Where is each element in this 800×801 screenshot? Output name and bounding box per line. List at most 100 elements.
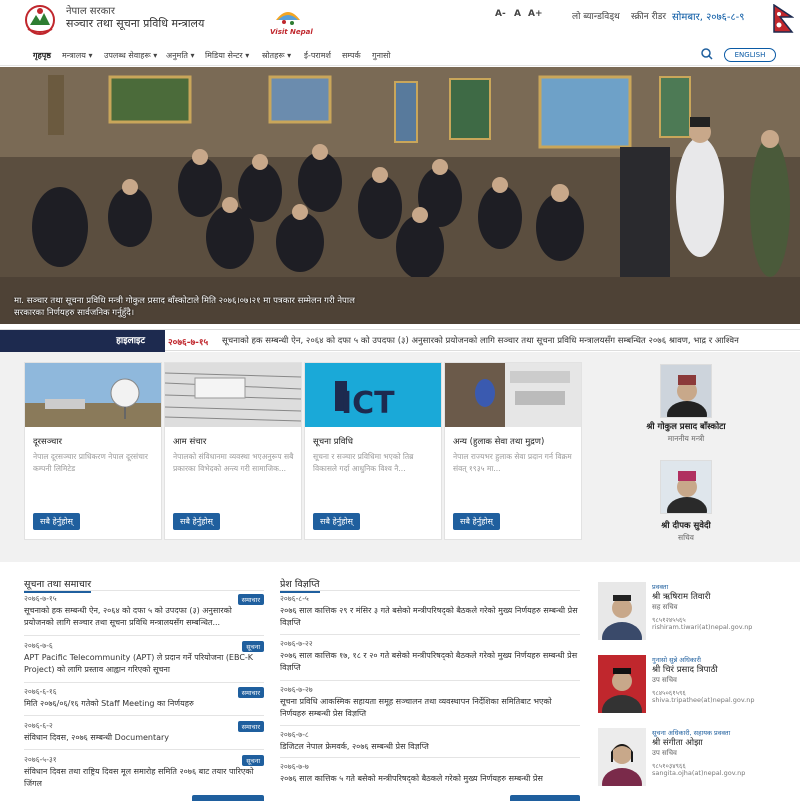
nav-ministry[interactable]: मन्त्रालय ▾ [62, 50, 93, 61]
press-divider [280, 725, 580, 726]
press-divider [280, 590, 580, 591]
press-view-all-button[interactable] [510, 795, 580, 801]
highlight-label: हाइलाइट [0, 330, 165, 352]
nav-resources[interactable]: स्रोतहरू ▾ [262, 50, 291, 61]
contact-email[interactable]: rishiram.tiwari(at)nepal.gov.np [652, 623, 752, 631]
news-item[interactable]: २०७६-६-१६ समाचार मिति २०७६/०६/१६ गतेको S… [24, 687, 264, 710]
contact-email[interactable]: sangita.ojha(at)nepal.gov.np [652, 769, 745, 777]
nav-services-label: उपलब्ध सेवाहरू [104, 51, 151, 60]
card-telecom: दूरसञ्चार नेपाल दूरसञ्चार प्राधिकरण नेपा… [24, 362, 162, 540]
nav-complaint[interactable]: गुनासो [372, 50, 391, 61]
news-text: APT Pacific Telecommunity (APT) ले प्रदा… [24, 653, 254, 674]
nepal-flag-icon [773, 4, 794, 33]
news-date: २०७६-६-२ [24, 721, 53, 730]
secretary-portrait [661, 461, 711, 513]
contact-name: श्री संगीता ओझा [652, 738, 703, 748]
card-postal-printing: अन्य (हुलाक सेवा तथा मुद्रण) नेपाल राज्य… [444, 362, 582, 540]
press-text: २०७६ साल कात्तिक १७, १८ र २० गते बसेको म… [280, 651, 578, 672]
news-text: संविधान दिवस तथा राष्ट्रिय दिवस मूल समार… [24, 767, 254, 788]
hero-slider-image[interactable]: मा. सञ्चार तथा सूचना प्रविधि मन्त्री गोक… [0, 67, 800, 324]
contact-role-label: प्रवक्ता [652, 583, 669, 591]
press-item[interactable]: २०७६-७-२७ सूचना प्रविधि आकस्मिक सहायता स… [280, 685, 580, 720]
nav-media-center[interactable]: मिडिया सेन्टर ▾ [205, 50, 249, 61]
main-nav: गृहपृष्ठ मन्त्रालय ▾ उपलब्ध सेवाहरू ▾ अन… [0, 44, 800, 66]
news-tag: सूचना [242, 755, 264, 766]
nav-e-consultation[interactable]: ई-परामर्श [304, 50, 331, 61]
screen-reader-link[interactable]: स्क्रीन रीडर [631, 9, 666, 22]
english-language-button[interactable]: ENGLISH [724, 48, 776, 62]
press-date: २०७६-७-८ [280, 730, 309, 739]
information-officer-photo [598, 728, 646, 786]
ict-logo-text: ICT [341, 386, 395, 421]
highlight-date: २०७६-७-१५ [168, 338, 209, 348]
news-item[interactable]: २०७६-७-६ सूचना APT Pacific Telecommunity… [24, 641, 264, 676]
minister-portrait [661, 365, 711, 417]
ministry-name: सञ्चार तथा सूचना प्रविधि मन्त्रालय [66, 17, 205, 30]
card-title: दूरसञ्चार [33, 437, 62, 447]
nepal-emblem-logo[interactable] [24, 3, 56, 37]
card-title: आम संचार [173, 437, 207, 447]
nav-services[interactable]: उपलब्ध सेवाहरू ▾ [104, 50, 157, 61]
view-all-button[interactable]: सबै हेर्नुहोस् [33, 513, 80, 530]
contact-email[interactable]: shiva.tripathee(at)nepal.gov.np [652, 696, 754, 704]
minister-photo[interactable] [660, 364, 712, 418]
contact-name: श्री चिरं प्रसाद त्रिपाठी [652, 665, 718, 675]
current-date: सोमबार, २०७६-८-९ [672, 12, 745, 23]
news-item[interactable]: २०७६-५-३१ सूचना संविधान दिवस तथा राष्ट्र… [24, 755, 264, 790]
press-item[interactable]: २०७६-७-२२ २०७६ साल कात्तिक १७, १८ र २० ग… [280, 639, 580, 674]
press-date: २०७६-७-२२ [280, 639, 313, 648]
news-item[interactable]: २०७६-७-१५ समाचार सूचनाको हक सम्बन्धी ऐन,… [24, 594, 264, 629]
search-icon[interactable] [700, 47, 714, 61]
ict-image: ICT [305, 363, 441, 427]
news-text: सूचनाको हक सम्बन्धी ऐन, २०६४ को दफा ५ को… [24, 606, 232, 627]
nav-resources-label: स्रोतहरू [262, 51, 285, 60]
contact-name: श्री ऋषिराम तिवारी [652, 592, 711, 602]
font-decrease-button[interactable]: A- [495, 9, 506, 19]
news-text: संविधान दिवस, २०७६ सम्बन्धी Documentary [24, 733, 170, 742]
news-date: २०७६-७-१५ [24, 594, 57, 603]
font-increase-button[interactable]: A+ [528, 9, 543, 19]
contact-role-label: सूचना अधिकारी, सहायक प्रवक्ता [652, 729, 731, 737]
low-bandwidth-link[interactable]: लो ब्यान्डविड्थ [572, 9, 620, 22]
secretary-photo[interactable] [660, 460, 712, 514]
news-view-all-button[interactable] [192, 795, 264, 801]
press-conference-photo [0, 67, 800, 324]
font-normal-button[interactable]: A [514, 9, 521, 19]
press-item[interactable]: २०७६-७-८ डिजिटल नेपाल फ्रेमवर्क, २०७६ सम… [280, 730, 580, 753]
press-date: २०७६-८-५ [280, 594, 309, 603]
nav-media-center-label: मिडिया सेन्टर [205, 51, 243, 60]
press-text: डिजिटल नेपाल फ्रेमवर्क, २०७६ सम्बन्धी प्… [280, 742, 429, 751]
card-mass-communication: आम संचार नेपालको संविधानमा व्यवस्था भएअन… [164, 362, 302, 540]
news-tag: समाचार [237, 721, 264, 732]
news-divider [24, 682, 264, 683]
news-item[interactable]: २०७६-६-२ समाचार संविधान दिवस, २०७६ सम्बन… [24, 721, 264, 744]
press-divider [280, 680, 580, 681]
press-item[interactable]: २०७६-८-५ २०७६ साल कात्तिक २९ र मंसिर ३ ग… [280, 594, 580, 629]
nav-permission[interactable]: अनुमति ▾ [166, 50, 195, 61]
news-date: २०७६-६-१६ [24, 687, 57, 696]
highlight-text[interactable]: सूचनाको हक सम्बन्धी ऐन, २०६४ को दफा ५ को… [222, 335, 800, 346]
gov-name: नेपाल सरकार [66, 6, 115, 17]
nav-home[interactable]: गृहपृष्ठ [33, 50, 51, 61]
grievance-officer-photo [598, 655, 646, 713]
contact-designation: उप सचिव [652, 676, 677, 684]
contact-designation: उप सचिव [652, 749, 677, 757]
news-divider [24, 590, 264, 591]
view-all-button[interactable]: सबै हेर्नुहोस् [173, 513, 220, 530]
nav-permission-label: अनुमति [166, 51, 188, 60]
minister-role: माननीय मन्त्री [667, 434, 705, 443]
card-description: नेपाल राज्यभर हुलाक सेवा प्रदान गर्न विक… [453, 452, 572, 473]
newspapers-image [164, 363, 302, 427]
card-description: नेपाल दूरसञ्चार प्राधिकरण नेपाल दूरसंचार… [33, 452, 148, 473]
news-divider [24, 749, 264, 750]
card-title: सूचना प्रविधि [313, 437, 353, 447]
nav-contact[interactable]: सम्पर्क [342, 50, 361, 61]
view-all-button[interactable]: सबै हेर्नुहोस् [313, 513, 360, 530]
press-item[interactable]: २०७६-७-७ २०७६ साल कात्तिक ५ गते बसेको मन… [280, 762, 580, 785]
press-text: २०७६ साल कात्तिक २९ र मंसिर ३ गते बसेको … [280, 606, 578, 627]
highlight-ticker: हाइलाइट २०७६-७-१५ सूचनाको हक सम्बन्धी ऐन… [0, 329, 800, 352]
news-date: २०७६-५-३१ [24, 755, 57, 764]
card-information-technology: ICT सूचना प्रविधि सूचना र सञ्चार प्रविधि… [304, 362, 442, 540]
telecom-image [25, 363, 161, 427]
view-all-button[interactable]: सबै हेर्नुहोस् [453, 513, 500, 530]
